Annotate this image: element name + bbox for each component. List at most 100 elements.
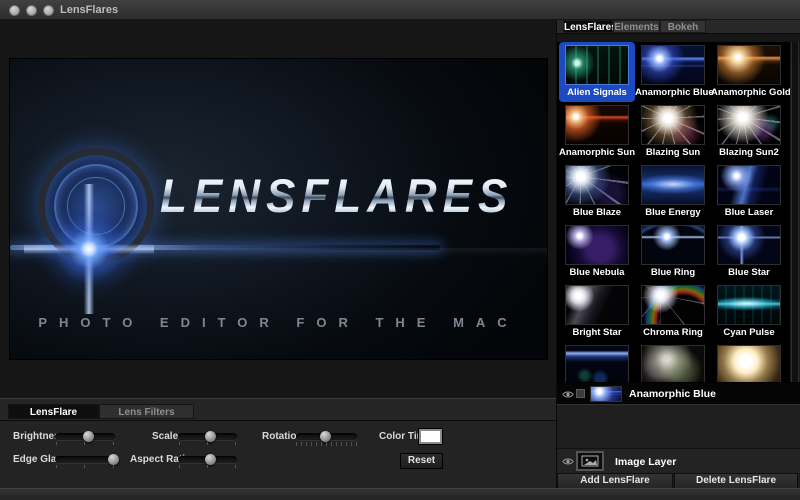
window-title: LensFlares: [60, 4, 118, 16]
library-tab-bar: LensFlares Elements Bokeh: [557, 20, 800, 34]
flare-label: Anamorphic Gold: [711, 87, 787, 98]
aspect-ratio-slider[interactable]: [178, 456, 237, 463]
slider-knob[interactable]: [83, 431, 94, 442]
layer-checkbox[interactable]: [576, 389, 585, 398]
rotation-slider[interactable]: [296, 433, 357, 440]
tab-lensflare-properties[interactable]: LensFlare Properties: [8, 404, 99, 419]
image-layer-thumbnail: [576, 451, 604, 471]
brightness-slider[interactable]: [55, 433, 115, 440]
flare-thumbnail: [717, 345, 781, 382]
visibility-eye-icon[interactable]: [562, 390, 574, 399]
flare-thumbnail: [717, 225, 781, 265]
flare-label: Blue Star: [711, 267, 787, 278]
slider-ticks: [55, 465, 115, 469]
properties-body: Brightness Scale Rotation Color Tint Edg…: [0, 420, 556, 488]
flare-label: Blue Nebula: [559, 267, 635, 278]
flare-label: Bright Star: [559, 327, 635, 338]
layers-list-empty-area: [557, 404, 800, 448]
flare-thumbnail: [641, 165, 705, 205]
flare-label: Chroma Ring: [635, 327, 711, 338]
flare-thumbnail: [565, 45, 629, 85]
layer-name: Anamorphic Blue: [629, 388, 716, 400]
flare-thumbnail: [565, 345, 629, 382]
flare-item[interactable]: Blue Energy: [635, 162, 711, 222]
flare-label: Anamorphic Blue: [635, 87, 711, 98]
flare-item[interactable]: Chroma Ring: [635, 282, 711, 342]
flare-item[interactable]: Anamorphic Blue: [635, 42, 711, 102]
flare-thumbnail: [565, 285, 629, 325]
flare-item[interactable]: Cyan Pulse: [711, 282, 787, 342]
flare-item[interactable]: Daylight Flare: [635, 342, 711, 382]
canvas-viewport[interactable]: LENSFLARES PHOTO EDITOR FOR THE MAC: [0, 20, 557, 398]
flare-item[interactable]: Anamorphic Sun: [559, 102, 635, 162]
library-panel: LensFlares Elements Bokeh Sort by Name S…: [557, 20, 800, 488]
layer-name: Image Layer: [615, 456, 676, 468]
flare-item[interactable]: Blazing Sun: [635, 102, 711, 162]
bottom-bar: [0, 488, 800, 497]
slider-ticks: [296, 442, 357, 446]
delete-lensflare-button[interactable]: Delete LensFlare: [674, 473, 798, 489]
logo-subtitle: PHOTO EDITOR FOR THE MAC: [10, 315, 547, 330]
tab-lens-filters[interactable]: Lens Filters: [99, 404, 194, 419]
camera-lens-graphic: [38, 148, 154, 264]
flare-item[interactable]: Blue Nebula: [559, 222, 635, 282]
flare-label: Alien Signals: [559, 87, 635, 98]
flare-item[interactable]: Anamorphic Gold: [711, 42, 787, 102]
scale-slider[interactable]: [178, 433, 237, 440]
flare-item[interactable]: Desert Sun: [711, 342, 787, 382]
flare-thumbnail: [641, 345, 705, 382]
flare-thumbnail: [565, 225, 629, 265]
tab-lensflares[interactable]: LensFlares: [563, 20, 613, 33]
flare-item[interactable]: Blue Ring: [635, 222, 711, 282]
image-layer-row[interactable]: Image Layer: [557, 448, 800, 473]
flare-item[interactable]: Cyber Flare: [559, 342, 635, 382]
flare-item[interactable]: Blue Blaze: [559, 162, 635, 222]
flare-grid: Alien SignalsAnamorphic BlueAnamorphic G…: [557, 42, 790, 382]
flare-thumbnail: [565, 165, 629, 205]
flare-item[interactable]: Bright Star: [559, 282, 635, 342]
flare-layer-row[interactable]: Anamorphic Blue: [557, 382, 800, 404]
slider-ticks: [178, 442, 237, 446]
color-tint-swatch[interactable]: [419, 429, 442, 444]
slider-knob[interactable]: [320, 431, 331, 442]
flare-thumbnail: [641, 105, 705, 145]
flare-item[interactable]: Alien Signals: [559, 42, 635, 102]
flare-label: Anamorphic Sun: [559, 147, 635, 158]
flare-item[interactable]: Blue Star: [711, 222, 787, 282]
picture-icon: [578, 453, 602, 469]
flare-label: Blue Blaze: [559, 207, 635, 218]
flare-item[interactable]: Blue Laser: [711, 162, 787, 222]
flare-thumbnail: [717, 45, 781, 85]
slider-ticks: [55, 442, 115, 446]
slider-knob[interactable]: [108, 454, 119, 465]
flare-label: Blue Laser: [711, 207, 787, 218]
tab-bokeh[interactable]: Bokeh: [660, 20, 706, 33]
flare-thumbnail: [565, 105, 629, 145]
scale-label: Scale: [152, 431, 178, 442]
visibility-eye-icon[interactable]: [562, 457, 574, 466]
close-button[interactable]: [9, 5, 20, 16]
slider-knob[interactable]: [205, 431, 216, 442]
add-lensflare-button[interactable]: Add LensFlare: [557, 473, 673, 489]
flare-thumbnail: [717, 285, 781, 325]
flare-item[interactable]: Blazing Sun2: [711, 102, 787, 162]
reset-button[interactable]: Reset: [400, 453, 443, 469]
flare-thumbnail: [641, 225, 705, 265]
scrollbar[interactable]: [791, 42, 799, 382]
title-bar: LensFlares: [0, 0, 800, 20]
flare-thumbnail: [641, 45, 705, 85]
slider-ticks: [178, 465, 237, 469]
zoom-button[interactable]: [43, 5, 54, 16]
slider-knob[interactable]: [205, 454, 216, 465]
flare-thumbnail: [717, 105, 781, 145]
flare-label: Blazing Sun: [635, 147, 711, 158]
edge-glare-slider[interactable]: [55, 456, 115, 463]
flare-label: Cyan Pulse: [711, 327, 787, 338]
properties-panel: LensFlare Properties Lens Filters Bright…: [0, 398, 557, 488]
flare-label: Blue Energy: [635, 207, 711, 218]
layer-thumbnail: [590, 386, 622, 402]
tab-elements[interactable]: Elements: [613, 20, 660, 33]
flare-thumbnail: [641, 285, 705, 325]
minimize-button[interactable]: [26, 5, 37, 16]
app-window: LensFlares LENSFLARES PHOTO EDITOR FOR T…: [0, 0, 800, 500]
